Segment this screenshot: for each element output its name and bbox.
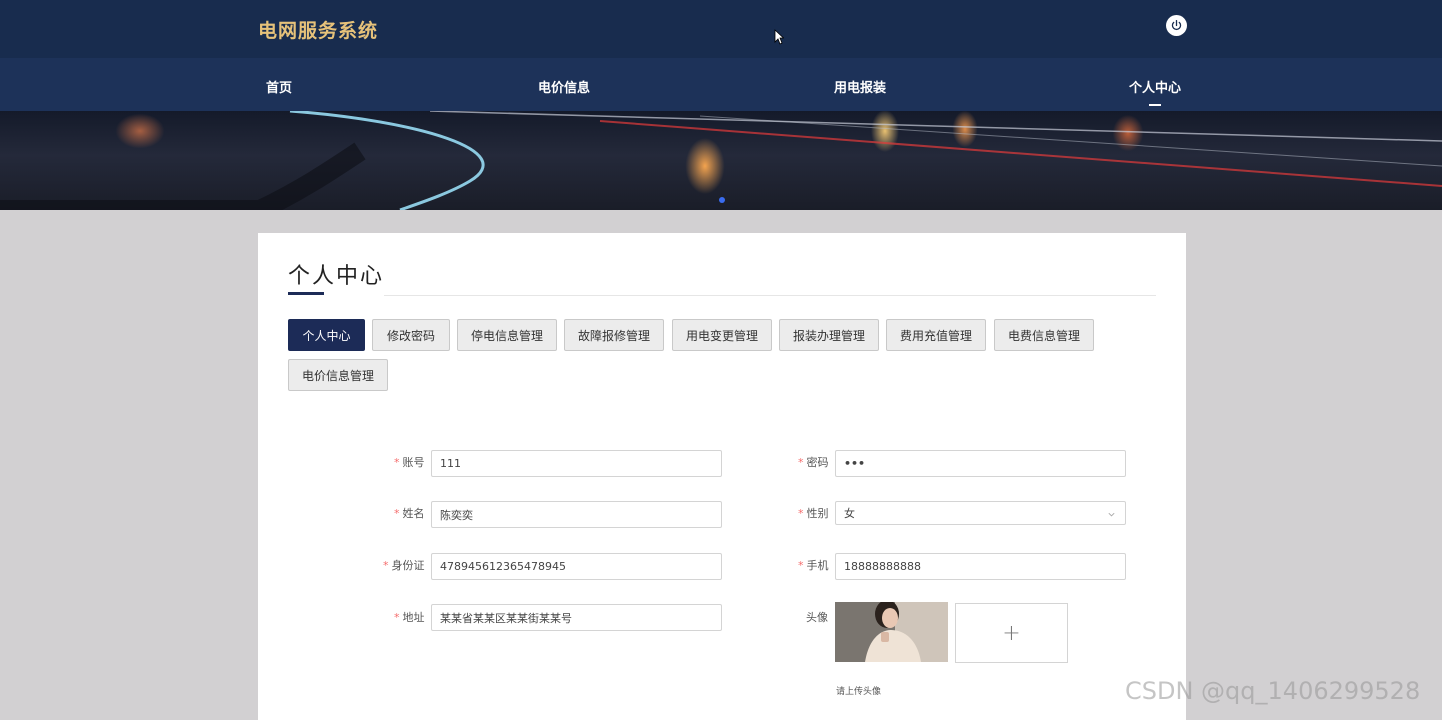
gender-select[interactable]: 女 <box>835 501 1126 525</box>
banner-image <box>0 111 1442 210</box>
name-label: * 姓名 <box>394 507 425 520</box>
nav-item-personal-center[interactable]: 个人中心 <box>1129 77 1181 106</box>
tab-change-password[interactable]: 修改密码 <box>372 319 450 351</box>
power-icon <box>1171 19 1182 31</box>
tab-repair-management[interactable]: 故障报修管理 <box>564 319 664 351</box>
nav-item-installation[interactable]: 用电报装 <box>834 77 886 96</box>
tab-change-management[interactable]: 用电变更管理 <box>672 319 772 351</box>
required-mark: * <box>798 559 804 572</box>
account-label: * 账号 <box>394 456 425 469</box>
upload-tip: 请上传头像 <box>836 687 882 697</box>
brand-title: 电网服务系统 <box>258 20 379 42</box>
tab-bill-management[interactable]: 电费信息管理 <box>994 319 1094 351</box>
required-mark: * <box>394 456 400 469</box>
required-mark: * <box>798 456 804 469</box>
plus-icon: + <box>1002 620 1021 646</box>
title-underline <box>288 292 324 295</box>
tab-outage-management[interactable]: 停电信息管理 <box>457 319 557 351</box>
password-label: * 密码 <box>798 456 829 469</box>
phone-input[interactable]: 18888888888 <box>835 553 1126 580</box>
mouse-cursor-icon <box>774 29 784 45</box>
required-mark: * <box>798 507 804 520</box>
gender-label: * 性别 <box>798 507 829 520</box>
name-input[interactable]: 陈奕奕 <box>431 501 722 528</box>
avatar-image <box>835 602 948 662</box>
required-mark: * <box>394 507 400 520</box>
title-divider <box>384 295 1156 296</box>
idcard-input[interactable]: 478945612365478945 <box>431 553 722 580</box>
avatar-photo <box>835 602 948 662</box>
power-button[interactable] <box>1166 15 1187 36</box>
gender-select-value: 女 <box>844 507 855 520</box>
main-nav: 首页 电价信息 用电报装 个人中心 <box>0 58 1442 111</box>
avatar-label: 头像 <box>806 611 828 624</box>
tab-personal-center[interactable]: 个人中心 <box>288 319 365 351</box>
nav-item-home[interactable]: 首页 <box>266 77 292 96</box>
idcard-label: * 身份证 <box>383 559 425 572</box>
carousel-indicator-dot[interactable] <box>719 197 725 203</box>
required-mark: * <box>394 611 400 624</box>
banner-carousel <box>0 111 1442 210</box>
tab-recharge-management[interactable]: 费用充值管理 <box>886 319 986 351</box>
phone-label: * 手机 <box>798 559 829 572</box>
tab-installation-management[interactable]: 报装办理管理 <box>779 319 879 351</box>
tab-price-management[interactable]: 电价信息管理 <box>288 359 388 391</box>
personal-center-card: 个人中心 个人中心 修改密码 停电信息管理 故障报修管理 用电变更管理 报装办理… <box>258 233 1186 720</box>
nav-item-price-info[interactable]: 电价信息 <box>538 77 590 96</box>
chevron-down-icon <box>1108 512 1115 517</box>
watermark: CSDN @qq_1406299528 <box>1125 677 1421 705</box>
password-input[interactable]: ••• <box>835 450 1126 477</box>
address-label: * 地址 <box>394 611 425 624</box>
account-input[interactable]: 111 <box>431 450 722 477</box>
page-title: 个人中心 <box>288 264 385 289</box>
address-input[interactable]: 某某省某某区某某街某某号 <box>431 604 722 631</box>
top-bar: 电网服务系统 <box>0 0 1442 58</box>
avatar-upload-button[interactable]: + <box>955 603 1068 663</box>
required-mark: * <box>383 559 389 572</box>
